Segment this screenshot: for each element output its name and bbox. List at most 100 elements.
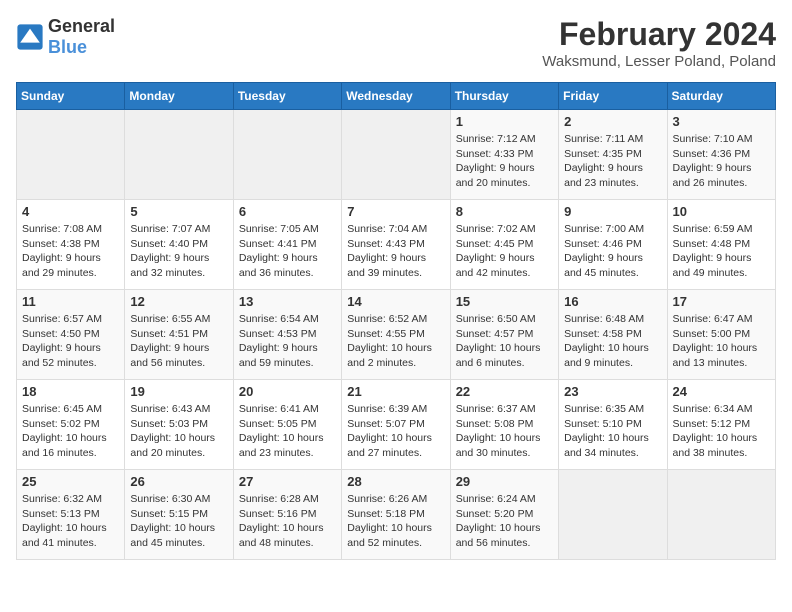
calendar-cell: 26 Sunrise: 6:30 AMSunset: 5:15 PMDayligh… xyxy=(125,470,233,560)
logo-icon xyxy=(16,23,44,51)
calendar-cell: 19Sunrise: 6:43 AMSunset: 5:03 PMDayligh… xyxy=(125,380,233,470)
day-info: Sunrise: 6:59 AMSunset: 4:48 PMDaylight:… xyxy=(673,222,770,281)
day-number: 8 xyxy=(456,204,553,219)
day-number: 23 xyxy=(564,384,661,399)
day-info: Sunrise: 7:08 AMSunset: 4:38 PMDaylight:… xyxy=(22,222,119,281)
calendar-cell: 1Sunrise: 7:12 AMSunset: 4:33 PMDaylight… xyxy=(450,110,558,200)
calendar-cell xyxy=(667,470,775,560)
day-info: Sunrise: 6:30 AMSunset: 5:15 PMDaylight:… xyxy=(130,492,227,551)
day-number: 18 xyxy=(22,384,119,399)
calendar-cell: 15 Sunrise: 6:50 AMSunset: 4:57 PMDayligh… xyxy=(450,290,558,380)
page-header: General Blue February 2024 Waksmund, Les… xyxy=(16,16,776,70)
calendar-cell: 7 Sunrise: 7:04 AMSunset: 4:43 PMDaylight… xyxy=(342,200,450,290)
day-info: Sunrise: 6:24 AMSunset: 5:20 PMDaylight:… xyxy=(456,492,553,551)
day-info: Sunrise: 6:28 AMSunset: 5:16 PMDaylight:… xyxy=(239,492,336,551)
day-info: Sunrise: 7:00 AMSunset: 4:46 PMDaylight:… xyxy=(564,222,661,281)
calendar-cell: 29Sunrise: 6:24 AMSunset: 5:20 PMDayligh… xyxy=(450,470,558,560)
logo-text-blue: Blue xyxy=(48,37,87,57)
day-info: Sunrise: 6:26 AMSunset: 5:18 PMDaylight:… xyxy=(347,492,444,551)
calendar-cell: 14 Sunrise: 6:52 AMSunset: 4:55 PMDayligh… xyxy=(342,290,450,380)
day-number: 10 xyxy=(673,204,770,219)
day-info: Sunrise: 6:37 AMSunset: 5:08 PMDaylight:… xyxy=(456,402,553,461)
calendar-cell: 20 Sunrise: 6:41 AMSunset: 5:05 PMDayligh… xyxy=(233,380,341,470)
day-info: Sunrise: 6:57 AMSunset: 4:50 PMDaylight:… xyxy=(22,312,119,371)
calendar-title: February 2024 xyxy=(542,16,776,53)
calendar-cell: 9Sunrise: 7:00 AMSunset: 4:46 PMDaylight… xyxy=(559,200,667,290)
calendar-cell: 13 Sunrise: 6:54 AMSunset: 4:53 PMDayligh… xyxy=(233,290,341,380)
calendar-cell: 28 Sunrise: 6:26 AMSunset: 5:18 PMDayligh… xyxy=(342,470,450,560)
day-number: 2 xyxy=(564,114,661,129)
calendar-cell: 18 Sunrise: 6:45 AMSunset: 5:02 PMDayligh… xyxy=(17,380,125,470)
day-info: Sunrise: 6:39 AMSunset: 5:07 PMDaylight:… xyxy=(347,402,444,461)
day-info: Sunrise: 6:35 AMSunset: 5:10 PMDaylight:… xyxy=(564,402,661,461)
day-info: Sunrise: 6:45 AMSunset: 5:02 PMDaylight:… xyxy=(22,402,119,461)
calendar-week-2: 4Sunrise: 7:08 AMSunset: 4:38 PMDaylight… xyxy=(17,200,776,290)
day-info: Sunrise: 7:10 AMSunset: 4:36 PMDaylight:… xyxy=(673,132,770,191)
header-sunday: Sunday xyxy=(17,83,125,110)
day-info: Sunrise: 6:34 AMSunset: 5:12 PMDaylight:… xyxy=(673,402,770,461)
day-number: 28 xyxy=(347,474,444,489)
day-info: Sunrise: 7:12 AMSunset: 4:33 PMDaylight:… xyxy=(456,132,553,191)
header-saturday: Saturday xyxy=(667,83,775,110)
calendar-cell: 16 Sunrise: 6:48 AMSunset: 4:58 PMDayligh… xyxy=(559,290,667,380)
day-info: Sunrise: 6:41 AMSunset: 5:05 PMDaylight:… xyxy=(239,402,336,461)
calendar-week-4: 18 Sunrise: 6:45 AMSunset: 5:02 PMDayligh… xyxy=(17,380,776,470)
calendar-cell: 11Sunrise: 6:57 AMSunset: 4:50 PMDayligh… xyxy=(17,290,125,380)
day-number: 14 xyxy=(347,294,444,309)
calendar-cell xyxy=(17,110,125,200)
day-info: Sunrise: 6:48 AMSunset: 4:58 PMDaylight:… xyxy=(564,312,661,371)
header-tuesday: Tuesday xyxy=(233,83,341,110)
day-number: 22 xyxy=(456,384,553,399)
calendar-body: 1Sunrise: 7:12 AMSunset: 4:33 PMDaylight… xyxy=(17,110,776,560)
calendar-cell: 6 Sunrise: 7:05 AMSunset: 4:41 PMDaylight… xyxy=(233,200,341,290)
day-info: Sunrise: 7:05 AMSunset: 4:41 PMDaylight:… xyxy=(239,222,336,281)
day-number: 26 xyxy=(130,474,227,489)
calendar-cell: 22 Sunrise: 6:37 AMSunset: 5:08 PMDayligh… xyxy=(450,380,558,470)
title-block: February 2024 Waksmund, Lesser Poland, P… xyxy=(542,16,776,70)
day-info: Sunrise: 6:54 AMSunset: 4:53 PMDaylight:… xyxy=(239,312,336,371)
day-info: Sunrise: 6:43 AMSunset: 5:03 PMDaylight:… xyxy=(130,402,227,461)
day-info: Sunrise: 7:07 AMSunset: 4:40 PMDaylight:… xyxy=(130,222,227,281)
header-wednesday: Wednesday xyxy=(342,83,450,110)
calendar-cell xyxy=(559,470,667,560)
calendar-cell: 17 Sunrise: 6:47 AMSunset: 5:00 PMDayligh… xyxy=(667,290,775,380)
calendar-cell: 8Sunrise: 7:02 AMSunset: 4:45 PMDaylight… xyxy=(450,200,558,290)
day-info: Sunrise: 6:47 AMSunset: 5:00 PMDaylight:… xyxy=(673,312,770,371)
day-number: 3 xyxy=(673,114,770,129)
day-number: 20 xyxy=(239,384,336,399)
calendar-cell: 23 Sunrise: 6:35 AMSunset: 5:10 PMDayligh… xyxy=(559,380,667,470)
calendar-cell: 2Sunrise: 7:11 AMSunset: 4:35 PMDaylight… xyxy=(559,110,667,200)
calendar-cell xyxy=(125,110,233,200)
header-thursday: Thursday xyxy=(450,83,558,110)
header-friday: Friday xyxy=(559,83,667,110)
calendar-subtitle: Waksmund, Lesser Poland, Poland xyxy=(542,53,776,70)
day-number: 7 xyxy=(347,204,444,219)
day-number: 24 xyxy=(673,384,770,399)
day-number: 16 xyxy=(564,294,661,309)
calendar-cell xyxy=(342,110,450,200)
day-number: 15 xyxy=(456,294,553,309)
day-info: Sunrise: 6:55 AMSunset: 4:51 PMDaylight:… xyxy=(130,312,227,371)
calendar-week-3: 11Sunrise: 6:57 AMSunset: 4:50 PMDayligh… xyxy=(17,290,776,380)
calendar-cell: 3 Sunrise: 7:10 AMSunset: 4:36 PMDaylight… xyxy=(667,110,775,200)
calendar-cell: 27Sunrise: 6:28 AMSunset: 5:16 PMDayligh… xyxy=(233,470,341,560)
day-info: Sunrise: 6:50 AMSunset: 4:57 PMDaylight:… xyxy=(456,312,553,371)
day-number: 17 xyxy=(673,294,770,309)
calendar-cell: 21Sunrise: 6:39 AMSunset: 5:07 PMDayligh… xyxy=(342,380,450,470)
calendar-cell: 5 Sunrise: 7:07 AMSunset: 4:40 PMDaylight… xyxy=(125,200,233,290)
day-number: 5 xyxy=(130,204,227,219)
weekday-header-row: Sunday Monday Tuesday Wednesday Thursday… xyxy=(17,83,776,110)
calendar-table: Sunday Monday Tuesday Wednesday Thursday… xyxy=(16,82,776,560)
day-number: 6 xyxy=(239,204,336,219)
day-info: Sunrise: 7:04 AMSunset: 4:43 PMDaylight:… xyxy=(347,222,444,281)
logo-text-general: General xyxy=(48,16,115,36)
day-info: Sunrise: 6:52 AMSunset: 4:55 PMDaylight:… xyxy=(347,312,444,371)
header-monday: Monday xyxy=(125,83,233,110)
calendar-cell: 10 Sunrise: 6:59 AMSunset: 4:48 PMDayligh… xyxy=(667,200,775,290)
calendar-cell: 4Sunrise: 7:08 AMSunset: 4:38 PMDaylight… xyxy=(17,200,125,290)
calendar-cell xyxy=(233,110,341,200)
calendar-header: Sunday Monday Tuesday Wednesday Thursday… xyxy=(17,83,776,110)
calendar-cell: 12 Sunrise: 6:55 AMSunset: 4:51 PMDayligh… xyxy=(125,290,233,380)
day-number: 12 xyxy=(130,294,227,309)
day-number: 13 xyxy=(239,294,336,309)
